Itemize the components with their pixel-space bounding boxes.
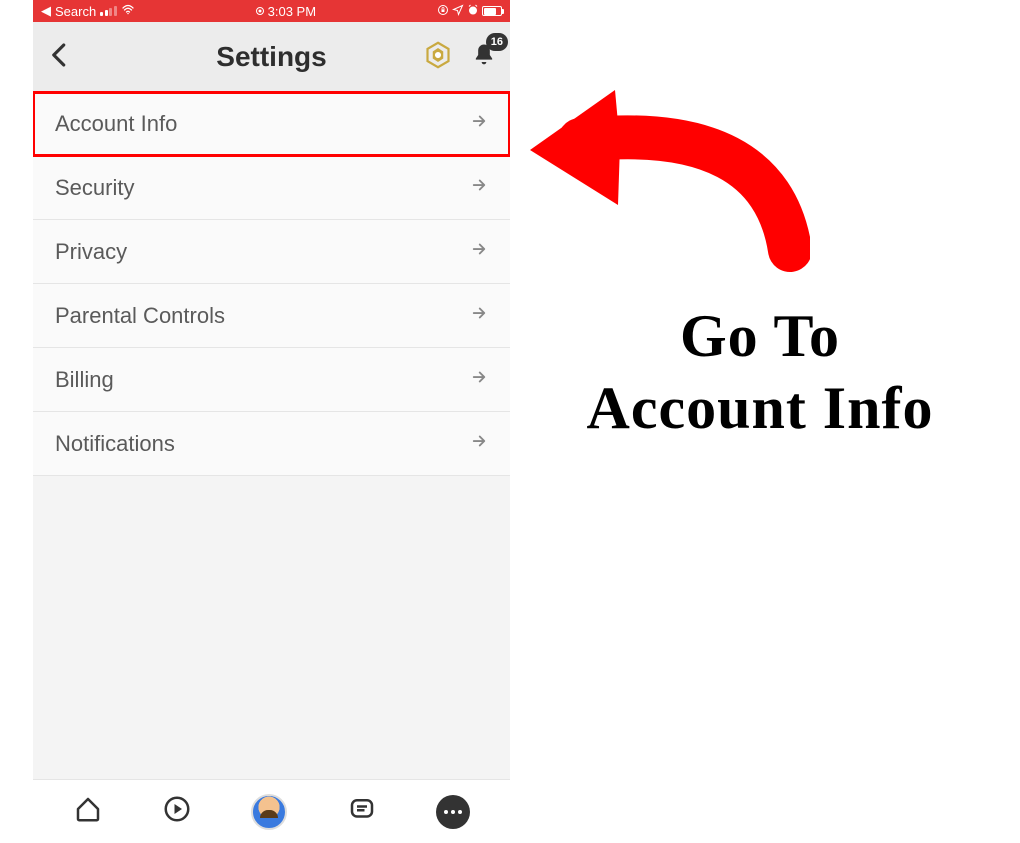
row-billing[interactable]: Billing: [33, 348, 510, 412]
annotation-arrow-icon: [500, 70, 810, 300]
battery-icon: [482, 6, 502, 16]
row-label: Parental Controls: [55, 303, 225, 329]
row-privacy[interactable]: Privacy: [33, 220, 510, 284]
chevron-right-icon: [470, 368, 488, 391]
row-label: Privacy: [55, 239, 127, 265]
signal-icon: [100, 6, 117, 16]
status-bar: ◀ Search 3:03 PM: [33, 0, 510, 22]
annotation-line1: Go To: [520, 300, 1000, 372]
status-time: 3:03 PM: [268, 4, 316, 19]
phone-frame: ◀ Search 3:03 PM: [33, 0, 510, 843]
avatar-icon[interactable]: [251, 794, 287, 830]
recording-icon: [256, 7, 264, 15]
row-label: Notifications: [55, 431, 175, 457]
row-parental-controls[interactable]: Parental Controls: [33, 284, 510, 348]
page-title: Settings: [216, 41, 326, 73]
more-icon[interactable]: [436, 795, 470, 829]
chevron-right-icon: [470, 240, 488, 263]
lock-icon: [437, 4, 449, 19]
row-security[interactable]: Security: [33, 156, 510, 220]
annotation-text: Go To Account Info: [520, 300, 1000, 444]
row-label: Security: [55, 175, 134, 201]
back-button[interactable]: [45, 40, 75, 75]
robux-icon[interactable]: [424, 41, 452, 74]
row-label: Account Info: [55, 111, 177, 137]
status-right: [437, 4, 502, 19]
header-actions: 16: [424, 41, 498, 74]
status-center: 3:03 PM: [256, 4, 316, 19]
notification-badge: 16: [486, 33, 508, 51]
annotation-line2: Account Info: [520, 372, 1000, 444]
chat-icon[interactable]: [347, 794, 377, 829]
status-back-app[interactable]: Search: [55, 4, 96, 19]
chevron-right-icon: [470, 112, 488, 135]
row-label: Billing: [55, 367, 114, 393]
settings-list: Account Info Security Privacy Parental C…: [33, 92, 510, 476]
notifications-button[interactable]: 16: [470, 41, 498, 74]
wifi-icon: [121, 4, 135, 19]
home-icon[interactable]: [73, 794, 103, 829]
chevron-right-icon: [470, 432, 488, 455]
chevron-right-icon: [470, 304, 488, 327]
location-icon: [452, 4, 464, 19]
row-account-info[interactable]: Account Info: [33, 92, 510, 156]
canvas: ◀ Search 3:03 PM: [0, 0, 1020, 843]
discover-icon[interactable]: [162, 794, 192, 829]
alarm-icon: [467, 4, 479, 19]
chevron-right-icon: [470, 176, 488, 199]
row-notifications[interactable]: Notifications: [33, 412, 510, 476]
status-left: ◀ Search: [41, 3, 135, 19]
back-triangle-icon: ◀: [41, 3, 51, 19]
bottom-nav: [33, 779, 510, 843]
settings-header: Settings 16: [33, 22, 510, 92]
